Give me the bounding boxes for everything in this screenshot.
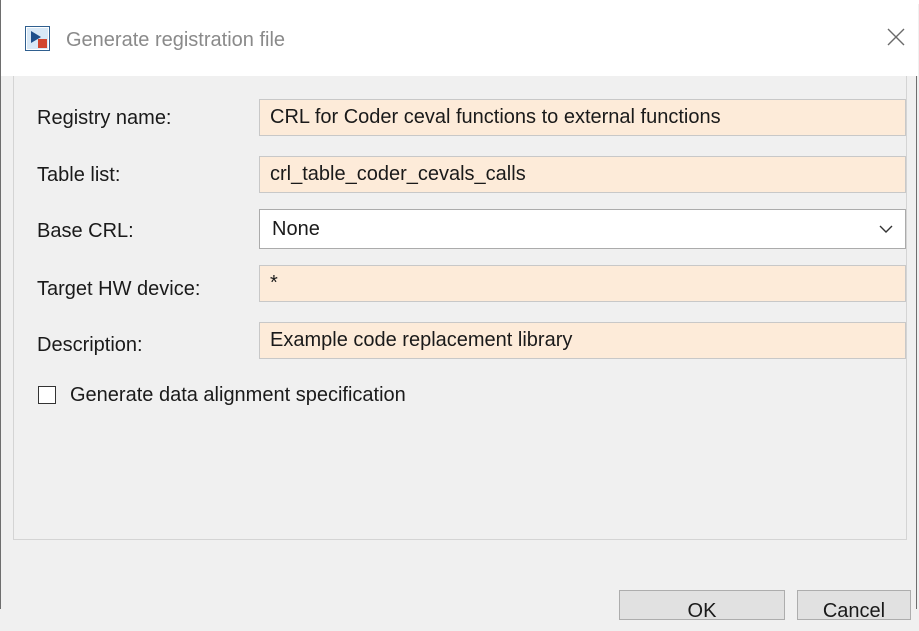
window-title: Generate registration file	[66, 29, 286, 51]
registry-name-field[interactable]: CRL for Coder ceval functions to externa…	[259, 99, 906, 136]
registry-name-label: Registry name:	[37, 107, 172, 129]
close-icon	[887, 28, 905, 46]
base-crl-label: Base CRL:	[37, 220, 134, 242]
data-alignment-label: Generate data alignment specification	[70, 384, 406, 406]
description-label: Description:	[37, 334, 143, 356]
data-alignment-checkbox[interactable]	[38, 386, 56, 404]
base-crl-value: None	[272, 218, 320, 240]
close-button[interactable]	[881, 22, 911, 52]
table-list-field[interactable]: crl_table_coder_cevals_calls	[259, 156, 906, 193]
matlab-dialog-icon	[25, 26, 50, 51]
base-crl-select[interactable]: None	[259, 209, 906, 249]
table-list-label: Table list:	[37, 164, 121, 186]
chevron-down-icon	[879, 225, 893, 233]
cancel-button[interactable]: Cancel	[797, 590, 911, 622]
description-field[interactable]: Example code replacement library	[259, 322, 906, 359]
form-panel	[13, 76, 907, 540]
ok-button[interactable]: OK	[619, 590, 785, 622]
title-bar: Generate registration file	[1, 0, 918, 76]
target-hw-device-field[interactable]: *	[259, 265, 906, 302]
target-hw-device-label: Target HW device:	[37, 278, 201, 300]
dialog-window: Generate registration file Registry name…	[0, 0, 918, 622]
